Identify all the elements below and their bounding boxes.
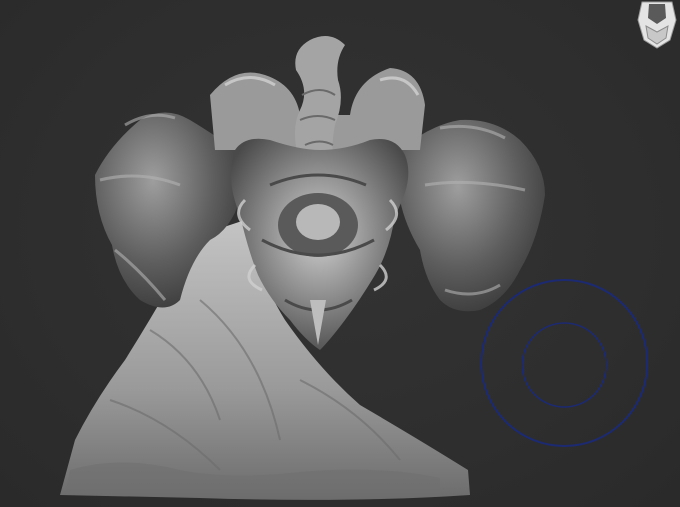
sculpt-right-arm bbox=[400, 119, 545, 312]
orientation-head-icon[interactable] bbox=[636, 0, 678, 50]
zbrush-canvas[interactable] bbox=[0, 0, 680, 507]
sculpt-model[interactable] bbox=[0, 0, 680, 507]
